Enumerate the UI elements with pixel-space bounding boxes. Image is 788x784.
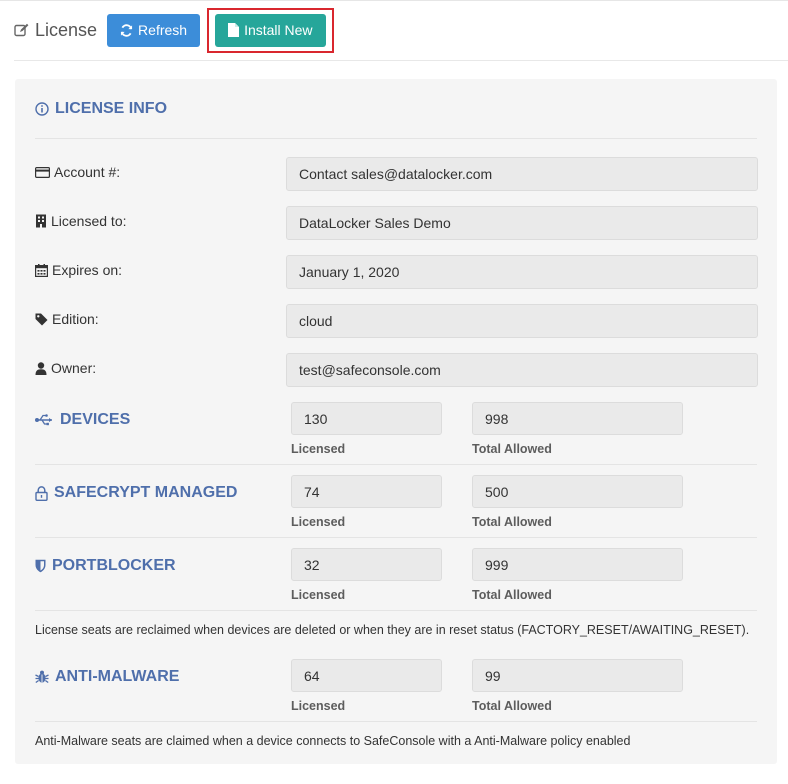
portblocker-licensed-field[interactable]: 32 [291, 548, 442, 581]
refresh-icon [120, 23, 133, 37]
tag-icon [35, 313, 48, 325]
page-title-text: License [35, 19, 98, 40]
safecrypt-licensed-label: Licensed [291, 515, 346, 529]
anti-malware-licensed-label: Licensed [291, 699, 346, 713]
anti-malware-total-field[interactable]: 99 [472, 659, 683, 692]
refresh-button[interactable]: Refresh [107, 13, 201, 47]
safecrypt-heading: SAFECRYPT MANAGED [35, 484, 237, 502]
account-label: Account #: [35, 164, 120, 180]
install-new-label: Install New [244, 22, 313, 38]
portblocker-total-label: Total Allowed [472, 588, 552, 602]
owner-label: Owner: [35, 360, 96, 376]
owner-field[interactable]: test@safeconsole.com [286, 353, 758, 387]
page-title: License [14, 20, 97, 41]
refresh-label: Refresh [138, 22, 188, 38]
divider [35, 537, 757, 538]
bug-icon [35, 670, 49, 684]
edition-label: Edition: [35, 311, 99, 327]
info-circle-icon [35, 102, 49, 116]
anti-malware-heading: ANTI-MALWARE [35, 668, 179, 686]
shield-icon [35, 559, 46, 573]
install-new-button[interactable]: Install New [215, 13, 326, 47]
building-icon [36, 214, 46, 228]
account-field[interactable]: Contact sales@datalocker.com [286, 157, 758, 191]
safecrypt-total-label: Total Allowed [472, 515, 552, 529]
page-header: License Refresh Install New [14, 7, 334, 53]
license-info-heading: LICENSE INFO [35, 100, 167, 118]
license-panel: LICENSE INFO Account #: Contact sales@da… [15, 79, 777, 764]
portblocker-heading: PORTBLOCKER [35, 557, 176, 575]
edit-icon [14, 23, 29, 37]
divider [35, 138, 757, 139]
install-highlight: Install New [207, 7, 334, 53]
edition-field[interactable]: cloud [286, 304, 758, 338]
devices-heading: DEVICES [35, 411, 130, 429]
portblocker-total-field[interactable]: 999 [472, 548, 683, 581]
expires-on-field[interactable]: January 1, 2020 [286, 255, 758, 289]
seats-reclaim-note: License seats are reclaimed when devices… [35, 623, 750, 637]
safecrypt-total-field[interactable]: 500 [472, 475, 683, 508]
licensed-to-label: Licensed to: [35, 213, 127, 229]
devices-licensed-label: Licensed [291, 442, 346, 456]
file-icon [228, 23, 240, 37]
licensed-to-field[interactable]: DataLocker Sales Demo [286, 206, 758, 240]
anti-malware-note: Anti-Malware seats are claimed when a de… [35, 734, 631, 748]
credit-card-icon [35, 166, 50, 178]
lock-icon [35, 485, 48, 501]
devices-total-field[interactable]: 998 [472, 402, 683, 435]
expires-on-label: Expires on: [35, 262, 122, 278]
top-border [0, 0, 788, 1]
devices-licensed-field[interactable]: 130 [291, 402, 442, 435]
divider [35, 464, 757, 465]
divider [35, 610, 757, 611]
anti-malware-total-label: Total Allowed [472, 699, 552, 713]
devices-total-label: Total Allowed [472, 442, 552, 456]
portblocker-licensed-label: Licensed [291, 588, 346, 602]
anti-malware-licensed-field[interactable]: 64 [291, 659, 442, 692]
header-divider [14, 60, 788, 61]
divider [35, 721, 757, 722]
calendar-icon [35, 263, 48, 277]
user-icon [35, 361, 47, 375]
safecrypt-licensed-field[interactable]: 74 [291, 475, 442, 508]
usb-icon [35, 414, 52, 426]
